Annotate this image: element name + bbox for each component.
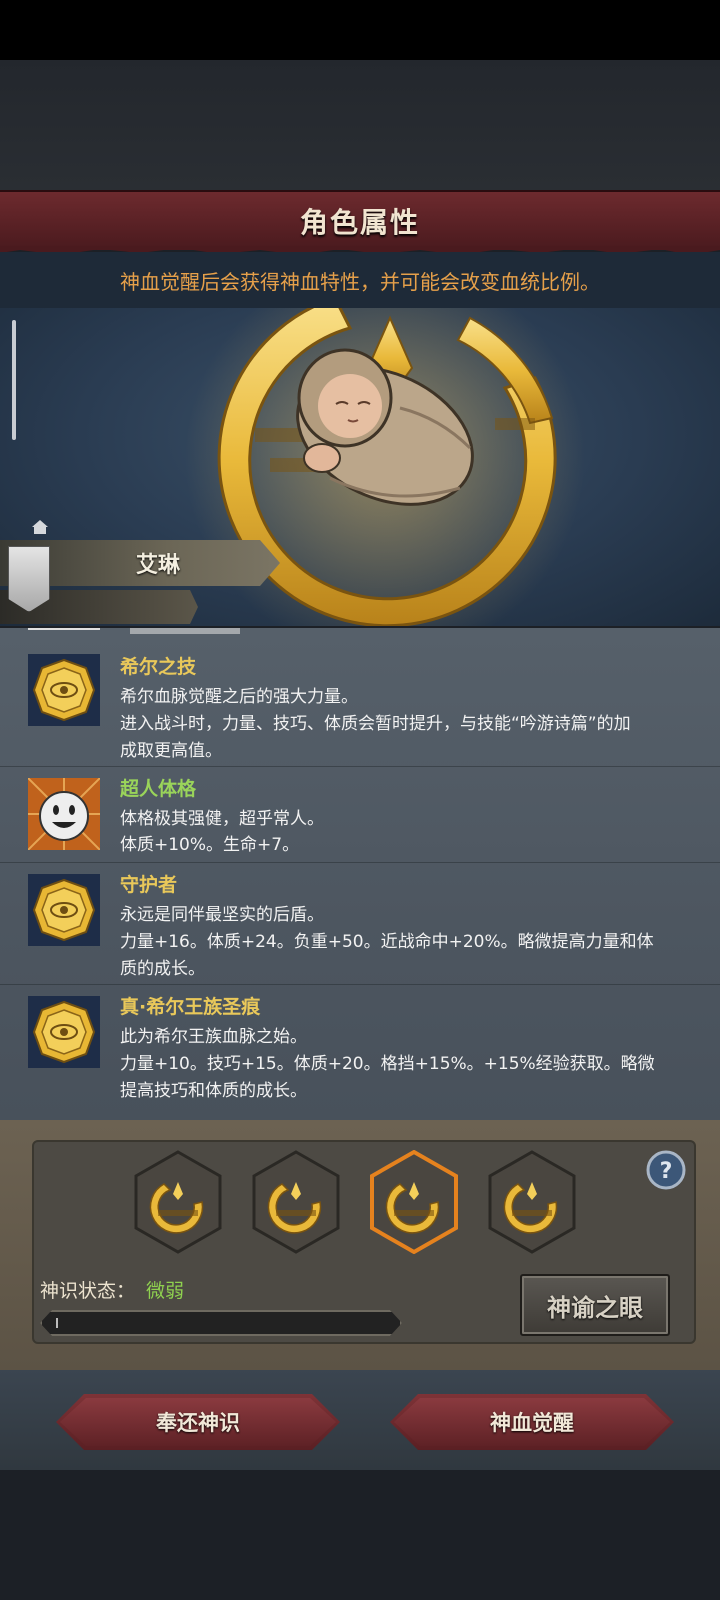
home-icon[interactable] (32, 520, 48, 534)
backdrop (0, 60, 720, 190)
trait-desc: 体格极其强健，超乎常人。 (120, 809, 324, 829)
trait-list[interactable]: 希尔之技 希尔血脉觉醒之后的强大力量。 进入战斗时，力量、技巧、体质会暂时提升，… (0, 628, 720, 1120)
cut-off-row (28, 628, 240, 634)
trait-item[interactable]: 守护者 永远是同伴最坚实的后盾。 力量+16。体质+24。负重+50。近战命中+… (0, 862, 720, 985)
title-banner: 角色属性 (0, 190, 720, 250)
gold-seal-icon (28, 654, 100, 726)
divine-slot-4[interactable] (486, 1150, 578, 1254)
trait-effect: 成取更高值。 (120, 741, 222, 761)
notice-text: 神血觉醒后会获得神血特性，并可能会改变血统比例。 (120, 269, 600, 294)
gold-seal-icon (28, 874, 100, 946)
divine-sense-value: 微弱 (146, 1280, 185, 1302)
scroll-indicator[interactable] (12, 320, 16, 440)
divine-slot-2[interactable] (250, 1150, 342, 1254)
trait-effect: 体质+10%。生命+7。 (120, 835, 300, 855)
oracle-eye-label: 神谕之眼 (547, 1293, 643, 1322)
trait-name: 守护者 (120, 874, 178, 896)
blood-awaken-button[interactable]: 神血觉醒 (390, 1394, 674, 1450)
trait-item[interactable]: 真·希尔王族圣痕 此为希尔王族血脉之始。 力量+10。技巧+15。体质+20。格… (0, 984, 720, 1120)
trait-desc: 希尔血脉觉醒之后的强大力量。 (120, 687, 358, 707)
trait-item[interactable]: 超人体格 体格极其强健，超乎常人。 体质+10%。生命+7。 (0, 766, 720, 863)
trait-item[interactable]: 希尔之技 希尔血脉觉醒之后的强大力量。 进入战斗时，力量、技巧、体质会暂时提升，… (0, 642, 720, 767)
return-label: 奉还神识 (156, 1411, 240, 1435)
notice-strip: 神血觉醒后会获得神血特性，并可能会改变血统比例。 (0, 252, 720, 308)
trait-desc: 永远是同伴最坚实的后盾。 (120, 905, 324, 925)
trait-effect: 提高技巧和体质的成长。 (120, 1081, 307, 1101)
gold-seal-icon (28, 996, 100, 1068)
trait-name: 超人体格 (120, 778, 197, 800)
trait-name: 希尔之技 (120, 656, 197, 678)
trait-effect: 质的成长。 (120, 959, 205, 979)
trait-effect: 力量+16。体质+24。负重+50。近战命中+20%。略微提高力量和体 (120, 932, 654, 952)
divine-slot-3-selected[interactable] (368, 1150, 460, 1254)
trait-effect: 力量+10。技巧+15。体质+20。格挡+15%。+15%经验获取。略微 (120, 1054, 655, 1074)
smiley-face-icon (28, 778, 100, 850)
nav-area (0, 1470, 720, 1600)
character-name: 艾琳 (136, 553, 181, 578)
divine-sense-bar (40, 1310, 402, 1336)
awaken-label: 神血觉醒 (490, 1411, 574, 1435)
divine-slot-1[interactable] (132, 1150, 224, 1254)
divine-sense-label: 神识状态： (40, 1280, 136, 1302)
trait-name: 真·希尔王族圣痕 (120, 996, 261, 1018)
divine-sense-fill (56, 1318, 58, 1328)
oracle-eye-button[interactable]: 神谕之眼 (520, 1274, 670, 1336)
trait-desc: 此为希尔王族血脉之始。 (120, 1027, 307, 1047)
status-bar (0, 0, 720, 60)
page-title: 角色属性 (299, 206, 420, 239)
help-icon[interactable]: ? (646, 1150, 686, 1190)
trait-effect: 进入战斗时，力量、技巧、体质会暂时提升，与技能“吟游诗篇”的加 (120, 714, 631, 734)
return-divine-sense-button[interactable]: 奉还神识 (56, 1394, 340, 1450)
bookmark-icon[interactable] (8, 546, 50, 612)
svg-text:?: ? (660, 1159, 673, 1184)
